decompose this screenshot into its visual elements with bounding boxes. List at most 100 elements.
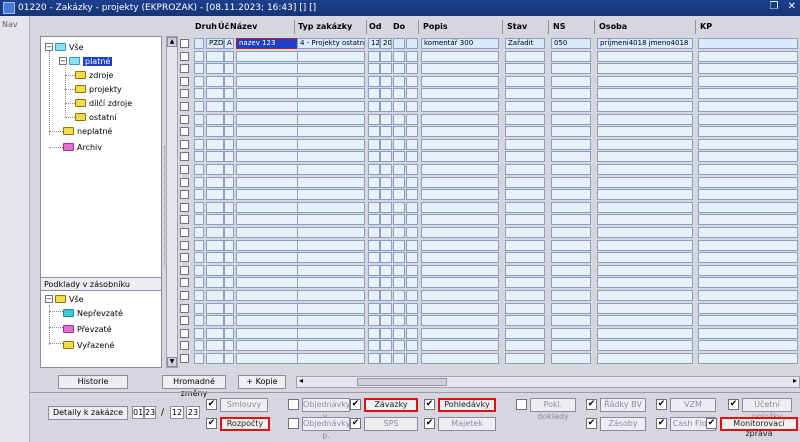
table-cell-ns[interactable] — [551, 214, 591, 226]
table-cell-druh[interactable] — [206, 277, 224, 289]
table-cell-uc[interactable] — [224, 189, 234, 201]
table-cell-kp[interactable] — [698, 113, 798, 125]
row-checkbox[interactable] — [180, 202, 189, 212]
table-cell-druh[interactable] — [206, 201, 224, 213]
row-checkbox[interactable] — [180, 341, 189, 351]
table-cell-popis[interactable] — [421, 88, 499, 100]
table-cell-uc[interactable] — [224, 138, 234, 150]
table-cell-typ[interactable] — [297, 63, 365, 75]
table-cell[interactable] — [194, 214, 204, 226]
tab-r1-2[interactable]: Závazky — [364, 398, 418, 412]
tab-r2-1[interactable]: Objednávky p. — [302, 417, 350, 440]
table-cell-typ[interactable] — [297, 126, 365, 138]
table-cell-od[interactable] — [368, 264, 380, 276]
row-checkbox[interactable] — [180, 240, 189, 250]
tree-item-vse[interactable]: − Vše — [45, 41, 84, 53]
table-cell-od[interactable] — [368, 151, 380, 163]
table-cell-typ[interactable] — [297, 239, 365, 251]
checkbox-r1-6[interactable]: ✔ — [656, 399, 667, 410]
table-cell[interactable] — [194, 315, 204, 327]
table-cell-typ[interactable] — [297, 164, 365, 175]
row-checkbox[interactable] — [180, 127, 189, 137]
table-cell[interactable] — [406, 189, 418, 201]
table-cell-popis[interactable]: komentář 300 — [421, 38, 499, 49]
table-cell-ns[interactable] — [551, 50, 591, 62]
table-cell[interactable] — [406, 88, 418, 100]
table-cell-od[interactable] — [368, 189, 380, 201]
table-cell-kp[interactable] — [698, 302, 798, 314]
table-cell-druh[interactable] — [206, 138, 224, 150]
table-cell-ns[interactable] — [551, 239, 591, 251]
table-cell-uc[interactable] — [224, 290, 234, 301]
checkbox-r1-3[interactable]: ✔ — [424, 399, 435, 410]
row-checkbox[interactable] — [180, 76, 189, 86]
table-cell-do[interactable] — [380, 227, 392, 238]
table-cell-kp[interactable] — [698, 50, 798, 62]
checkbox-r2-5[interactable]: ✔ — [656, 418, 667, 429]
row-checkbox[interactable] — [180, 190, 189, 200]
tab-r1-6[interactable]: VZM — [670, 398, 716, 412]
table-cell-typ[interactable] — [297, 315, 365, 327]
table-cell-stav[interactable] — [505, 227, 545, 238]
table-cell[interactable] — [393, 113, 405, 125]
table-cell-stav[interactable] — [505, 315, 545, 327]
table-cell-ns[interactable] — [551, 201, 591, 213]
table-cell-kp[interactable] — [698, 277, 798, 289]
table-cell-popis[interactable] — [421, 315, 499, 327]
table-row[interactable] — [180, 340, 800, 352]
table-cell-kp[interactable] — [698, 252, 798, 264]
table-cell[interactable] — [194, 252, 204, 264]
table-row[interactable] — [180, 126, 800, 138]
table-cell-do[interactable] — [380, 239, 392, 251]
table-cell-uc[interactable] — [224, 277, 234, 289]
table-cell-ns[interactable]: 050 — [551, 38, 591, 49]
table-cell[interactable] — [406, 327, 418, 339]
table-cell-od[interactable] — [368, 101, 380, 112]
checkbox-r1-5[interactable]: ✔ — [586, 399, 597, 410]
table-cell-od[interactable] — [368, 113, 380, 125]
table-cell-uc[interactable] — [224, 239, 234, 251]
table-cell-kp[interactable] — [698, 315, 798, 327]
pager-b1[interactable]: 12 — [170, 406, 184, 419]
table-cell[interactable] — [194, 138, 204, 150]
table-cell-kp[interactable] — [698, 164, 798, 175]
table-cell-stav[interactable] — [505, 353, 545, 364]
table-cell[interactable] — [406, 101, 418, 112]
table-cell-druh[interactable] — [206, 164, 224, 175]
table-cell-stav[interactable] — [505, 138, 545, 150]
row-checkbox[interactable] — [180, 354, 189, 363]
checkbox-r2-1[interactable] — [288, 418, 299, 429]
table-row[interactable] — [180, 214, 800, 226]
table-cell-ns[interactable] — [551, 252, 591, 264]
table-row[interactable] — [180, 353, 800, 365]
table-row[interactable] — [180, 201, 800, 214]
table-cell-druh[interactable] — [206, 214, 224, 226]
table-cell[interactable] — [393, 290, 405, 301]
row-checkbox[interactable] — [180, 139, 189, 149]
table-cell-od[interactable] — [368, 239, 380, 251]
tab-r1-0[interactable]: Smlouvy — [220, 398, 268, 412]
table-cell-do[interactable] — [380, 189, 392, 201]
table-cell-kp[interactable] — [698, 88, 798, 100]
row-checkbox[interactable] — [180, 152, 189, 162]
table-cell-ns[interactable] — [551, 101, 591, 112]
tree-item-zdroje[interactable]: zdroje — [75, 69, 113, 81]
table-cell-osoba[interactable] — [597, 290, 693, 301]
table-cell-stav[interactable] — [505, 290, 545, 301]
table-cell-typ[interactable] — [297, 327, 365, 339]
table-cell-osoba[interactable] — [597, 63, 693, 75]
row-checkbox[interactable] — [180, 39, 189, 48]
table-cell-druh[interactable] — [206, 315, 224, 327]
table-cell-uc[interactable] — [224, 164, 234, 175]
table-cell[interactable] — [406, 38, 418, 49]
table-cell-uc[interactable] — [224, 126, 234, 138]
table-cell-osoba[interactable] — [597, 264, 693, 276]
table-cell-ns[interactable] — [551, 264, 591, 276]
table-cell-do[interactable] — [380, 151, 392, 163]
table-cell-popis[interactable] — [421, 164, 499, 175]
table-cell-kp[interactable] — [698, 63, 798, 75]
table-cell-kp[interactable] — [698, 189, 798, 201]
table-cell-uc[interactable] — [224, 176, 234, 188]
table-cell-od[interactable] — [368, 214, 380, 226]
table-cell[interactable] — [406, 176, 418, 188]
